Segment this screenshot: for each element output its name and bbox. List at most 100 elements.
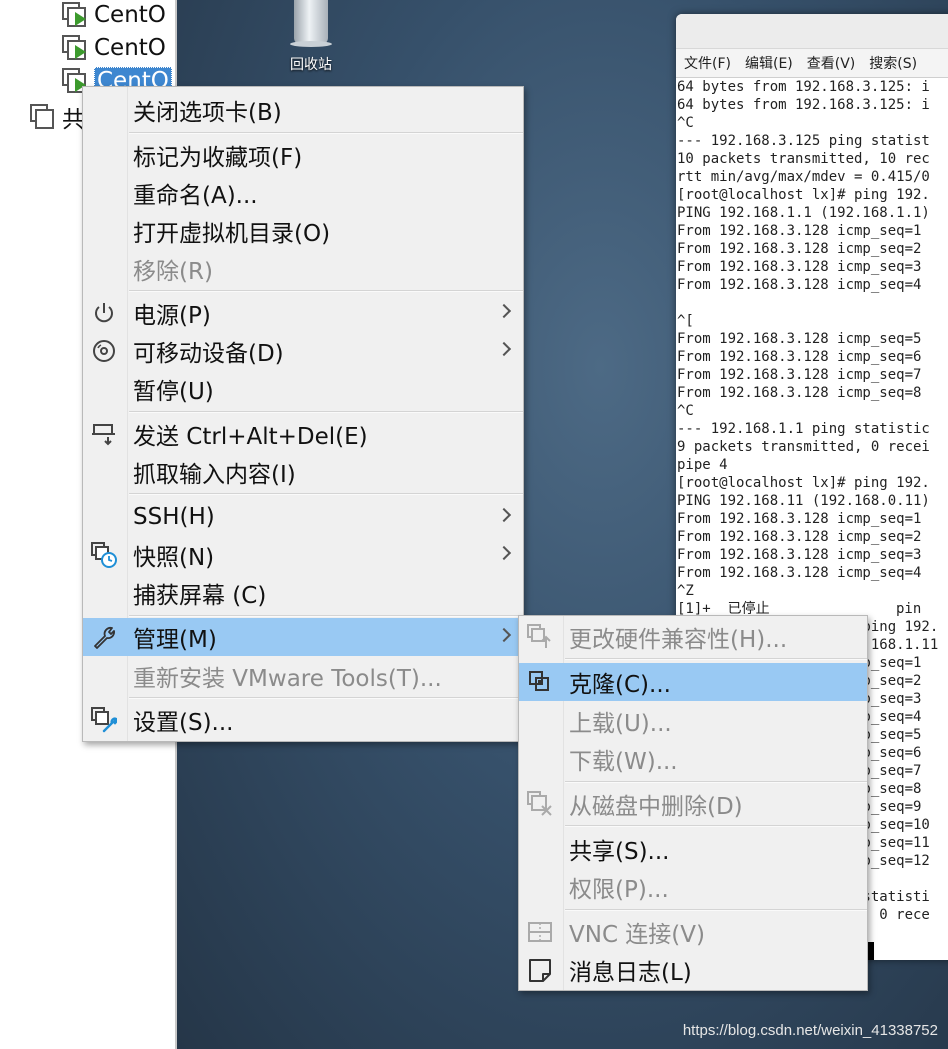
submenu-vnc-connection[interactable]: VNC 连接(V) <box>519 913 867 951</box>
submenu-permissions[interactable]: 权限(P)... <box>519 868 867 906</box>
chevron-right-icon <box>496 545 512 561</box>
terminal-menu-edit[interactable]: 编辑(E) <box>745 53 793 73</box>
menu-item-label: SSH(H) <box>133 504 215 530</box>
menu-item-label: 抓取输入内容(I) <box>133 462 296 488</box>
menu-item-label: 更改硬件兼容性(H)... <box>569 627 788 653</box>
menu-open-vm-dir[interactable]: 打开虚拟机目录(O) <box>83 212 523 250</box>
terminal-line: 10 packets transmitted, 10 rec <box>677 151 930 167</box>
menu-settings[interactable]: 设置(S)... <box>83 701 523 739</box>
terminal-menu-file[interactable]: 文件(F) <box>684 53 731 73</box>
terminal-line: 64 bytes from 192.168.3.125: i <box>677 97 930 113</box>
menu-capture-screen[interactable]: 捕获屏幕 (C) <box>83 574 523 612</box>
menu-item-label: 上载(U)... <box>569 711 672 737</box>
menu-grab-input[interactable]: 抓取输入内容(I) <box>83 453 523 491</box>
terminal-line: From 192.168.3.128 icmp_seq=2 <box>677 529 922 545</box>
snapshot-clock-icon <box>91 542 117 568</box>
terminal-line: 9 packets transmitted, 0 recei <box>677 439 930 455</box>
terminal-line: From 192.168.3.128 icmp_seq=1 <box>677 511 922 527</box>
chevron-right-icon <box>496 627 512 643</box>
library-shared-item[interactable]: 共 <box>30 102 85 132</box>
menu-pause[interactable]: 暂停(U) <box>83 370 523 408</box>
terminal-line: [root@localhost lx]# ping 192. <box>677 475 930 491</box>
menu-mark-favorite[interactable]: 标记为收藏项(F) <box>83 136 523 174</box>
submenu-clone[interactable]: 克隆(C)... <box>519 663 867 701</box>
menu-item-label: 打开虚拟机目录(O) <box>133 221 331 247</box>
terminal-line: ^[ <box>677 313 694 329</box>
menu-snapshot[interactable]: 快照(N) <box>83 536 523 574</box>
terminal-menu-search[interactable]: 搜索(S) <box>869 53 917 73</box>
terminal-line: PING 192.168.1.1 (192.168.1.1) <box>677 205 930 221</box>
settings-icon <box>91 707 117 733</box>
terminal-line: From 192.168.3.128 icmp_seq=3 <box>677 547 922 563</box>
terminal-menu-view[interactable]: 查看(V) <box>807 53 856 73</box>
hardware-upgrade-icon <box>527 624 551 648</box>
terminal-line: rtt min/avg/max/mdev = 0.415/0 <box>677 169 930 185</box>
terminal-line: From 192.168.3.128 icmp_seq=2 <box>677 241 922 257</box>
menu-reinstall-vmware-tools[interactable]: 重新安装 VMware Tools(T)... <box>83 657 523 695</box>
menu-power[interactable]: 电源(P) <box>83 294 523 332</box>
terminal-line: From 192.168.3.128 icmp_seq=7 <box>677 367 922 383</box>
chevron-right-icon <box>496 507 512 523</box>
terminal-menubar: 文件(F) 编辑(E) 查看(V) 搜索(S) <box>676 49 948 78</box>
library-vm-label: CentO <box>94 2 166 28</box>
menu-item-label: VNC 连接(V) <box>569 922 705 948</box>
vm-icon <box>62 2 88 28</box>
manage-submenu: 更改硬件兼容性(H)... 克隆(C)... 上载(U)... 下载(W)...… <box>518 615 868 991</box>
menu-item-label: 下载(W)... <box>569 749 678 775</box>
terminal-line: From 192.168.3.128 icmp_seq=1 <box>677 223 922 239</box>
menu-remove[interactable]: 移除(R) <box>83 250 523 288</box>
terminal-line: --- 192.168.1.1 ping statistic <box>677 421 930 437</box>
menu-item-label: 重新安装 VMware Tools(T)... <box>133 666 442 692</box>
menu-send-ctrl-alt-del[interactable]: 发送 Ctrl+Alt+Del(E) <box>83 415 523 453</box>
submenu-download[interactable]: 下载(W)... <box>519 740 867 778</box>
menu-manage[interactable]: 管理(M) <box>83 618 523 656</box>
terminal-line: From 192.168.3.128 icmp_seq=4 <box>677 565 922 581</box>
menu-item-label: 快照(N) <box>133 545 215 571</box>
library-vm-label: CentO <box>94 35 166 61</box>
vnc-icon <box>528 922 552 942</box>
submenu-message-log[interactable]: 消息日志(L) <box>519 951 867 989</box>
power-icon <box>95 303 113 323</box>
menu-item-label: 管理(M) <box>133 627 217 653</box>
terminal-line: From 192.168.3.128 icmp_seq=4 <box>677 277 922 293</box>
submenu-share[interactable]: 共享(S)... <box>519 830 867 868</box>
terminal-line: ^Z <box>677 583 694 599</box>
menu-removable-devices[interactable]: 可移动设备(D) <box>83 332 523 370</box>
clone-icon <box>529 671 549 691</box>
menu-item-label: 设置(S)... <box>133 710 234 736</box>
note-icon <box>529 959 551 982</box>
menu-rename[interactable]: 重命名(A)... <box>83 174 523 212</box>
chevron-right-icon <box>496 341 512 357</box>
wrench-icon <box>94 626 115 649</box>
disc-icon <box>93 340 115 362</box>
terminal-line: From 192.168.3.128 icmp_seq=3 <box>677 259 922 275</box>
menu-ssh[interactable]: SSH(H) <box>83 498 523 536</box>
vm-icon <box>62 35 88 61</box>
vm-context-menu: 关闭选项卡(B) 标记为收藏项(F) 重命名(A)... 打开虚拟机目录(O) … <box>82 86 524 742</box>
keyboard-send-icon <box>92 424 115 446</box>
menu-close-tab[interactable]: 关闭选项卡(B) <box>83 91 523 129</box>
terminal-line: ^C <box>677 115 694 131</box>
recycle-bin[interactable]: 回收站 <box>276 0 346 74</box>
menu-item-label: 标记为收藏项(F) <box>133 145 303 171</box>
menu-item-label: 关闭选项卡(B) <box>133 100 282 126</box>
library-vm-item[interactable]: CentO <box>62 33 166 63</box>
watermark: https://blog.csdn.net/weixin_41338752 <box>682 1022 938 1039</box>
menu-item-label: 暂停(U) <box>133 379 214 405</box>
menu-item-label: 权限(P)... <box>569 877 669 903</box>
terminal-line: 64 bytes from 192.168.3.125: i <box>677 79 930 95</box>
menu-item-label: 克隆(C)... <box>569 672 671 698</box>
menu-item-label: 电源(P) <box>133 303 211 329</box>
submenu-upload[interactable]: 上载(U)... <box>519 702 867 740</box>
delete-vm-icon <box>527 791 552 816</box>
terminal-line: --- 192.168.3.125 ping statist <box>677 133 930 149</box>
terminal-line: [root@localhost lx]# ping 192. <box>677 187 930 203</box>
submenu-delete-from-disk[interactable]: 从磁盘中删除(D) <box>519 785 867 823</box>
library-vm-item[interactable]: CentO <box>62 0 166 30</box>
shared-vms-icon <box>30 104 56 130</box>
terminal-titlebar[interactable] <box>676 14 948 49</box>
recycle-bin-icon <box>290 0 332 47</box>
terminal-line: From 192.168.3.128 icmp_seq=8 <box>677 385 922 401</box>
submenu-change-hw-compat[interactable]: 更改硬件兼容性(H)... <box>519 618 867 656</box>
